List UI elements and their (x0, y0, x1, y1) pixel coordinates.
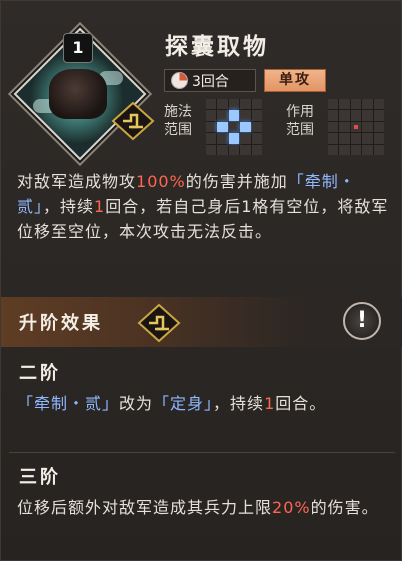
tier-text: 改为 (119, 394, 154, 413)
upgrade-section-header: 升阶效果 ! (1, 297, 402, 347)
tier-text: 位移后额外对敌军造成其兵力上限 (17, 498, 273, 517)
cast-range-grid (206, 99, 262, 155)
gold-emblem-icon (137, 303, 181, 343)
tier-text: 回合。 (275, 394, 327, 413)
cast-range-label: 施法 范围 (164, 103, 204, 139)
attack-type-tag: 单攻 (264, 69, 326, 92)
desc-text: 的伤害并施加 (185, 172, 288, 191)
rounds-text: 3回合 (192, 73, 229, 90)
duration-value: 1 (264, 394, 276, 413)
tier3-description: 位移后额外对敌军造成其兵力上限20%的伤害。 (17, 495, 391, 520)
skill-detail-panel: 1 探囊取物 3回合 单攻 施法 范围 作用 范围 对敌军造成物攻100%的伤害… (0, 0, 402, 561)
effect-range-grid (328, 99, 384, 155)
effect-range-label-line1: 作用 (286, 104, 314, 120)
cast-range-label-line2: 范围 (164, 122, 192, 138)
skill-description: 对敌军造成物攻100%的伤害并施加「牵制・贰」，持续1回合，若自己身后1格有空位… (17, 169, 391, 244)
effect-range-label-line2: 范围 (286, 122, 314, 138)
tier-text: 的伤害。 (310, 498, 379, 517)
tier3-title: 三阶 (19, 467, 61, 488)
damage-percent: 20% (272, 498, 311, 517)
upgrade-title: 升阶效果 (19, 313, 103, 334)
skill-level-badge: 1 (63, 33, 93, 63)
status-link[interactable]: 「定身」 (153, 394, 213, 413)
gold-emblem-icon (111, 101, 155, 141)
tier-text: ，持续 (213, 394, 265, 413)
cast-range-label-line1: 施法 (164, 104, 192, 120)
cooldown-rounds: 3回合 (164, 69, 256, 92)
duration-value: 1 (94, 197, 106, 216)
skill-icon: 1 (13, 27, 155, 161)
skill-title: 探囊取物 (165, 33, 269, 60)
desc-text: 对敌军造成物攻 (17, 172, 137, 191)
status-link[interactable]: 「牵制・贰」 (17, 394, 119, 413)
pouch-icon (49, 69, 107, 119)
damage-percent: 100% (136, 172, 186, 191)
info-alert-button[interactable]: ! (343, 302, 381, 340)
tier2-title: 二阶 (19, 363, 61, 384)
divider (9, 452, 395, 453)
effect-range-label: 作用 范围 (286, 103, 326, 139)
tier2-description: 「牵制・贰」改为「定身」，持续1回合。 (17, 391, 391, 416)
clock-icon (171, 72, 188, 89)
desc-text: ，持续 (43, 197, 95, 216)
